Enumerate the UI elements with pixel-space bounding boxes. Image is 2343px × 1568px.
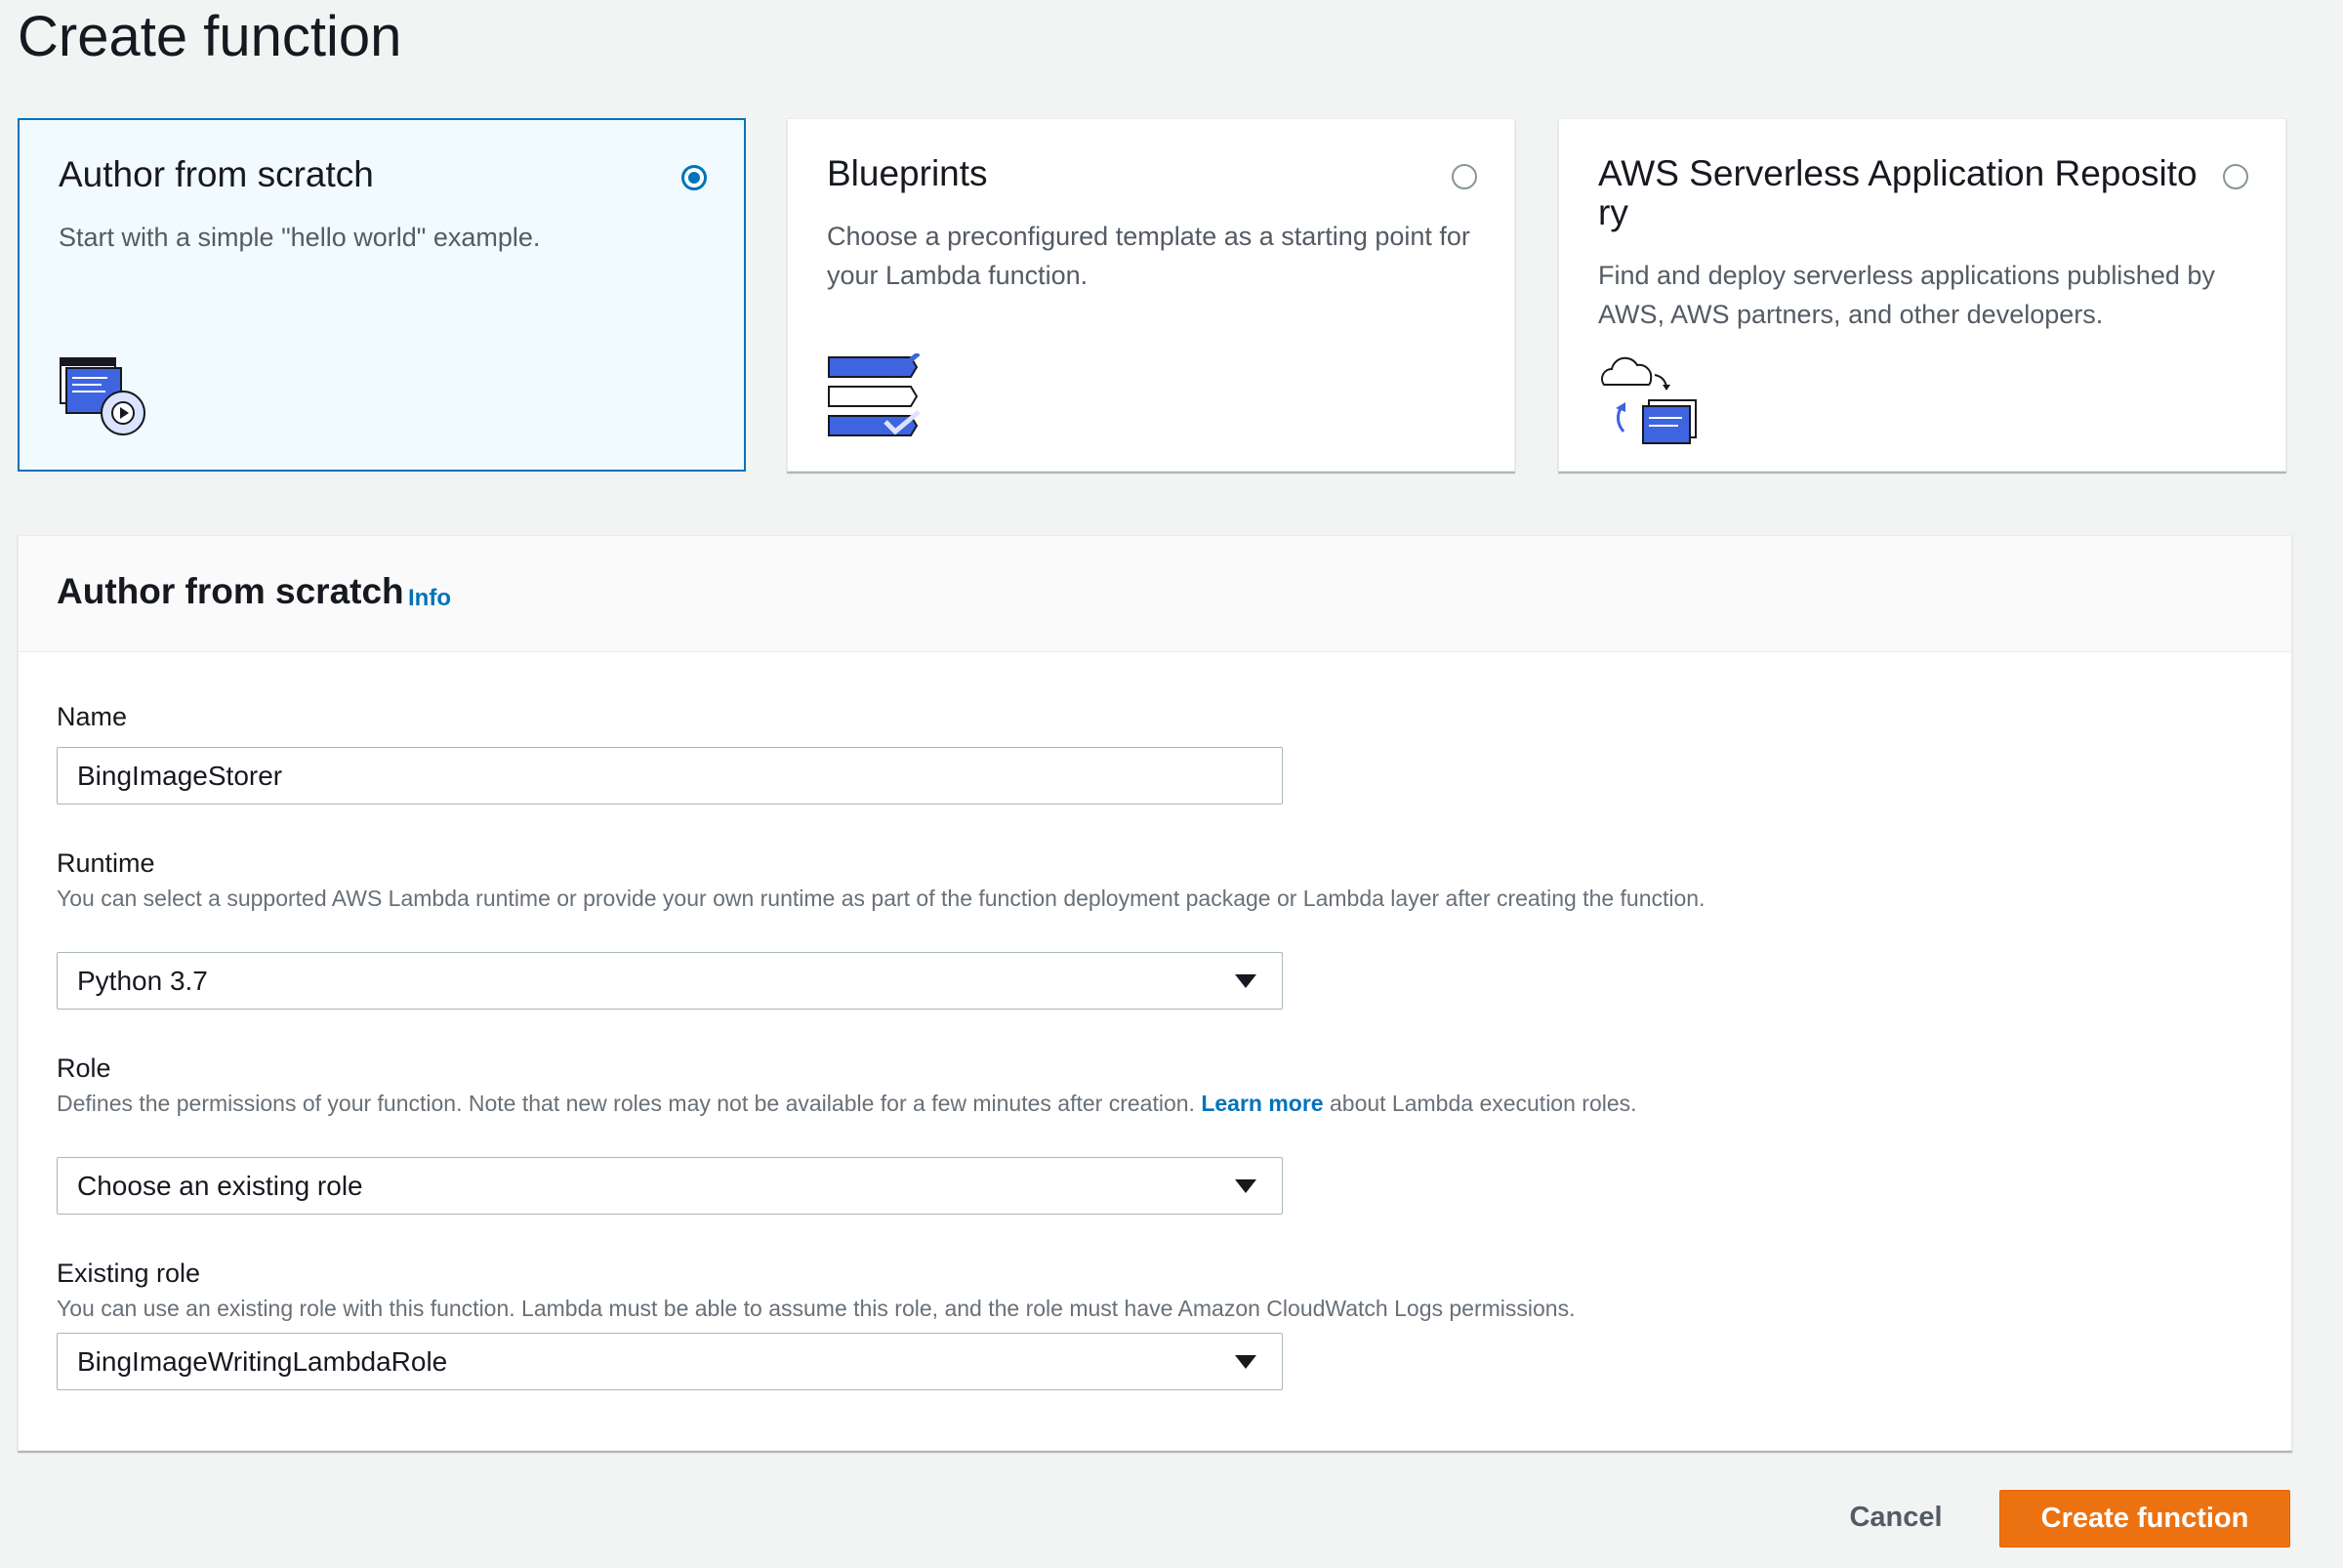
existing-role-label: Existing role [57,1259,201,1288]
create-function-button[interactable]: Create function [1999,1490,2290,1547]
role-select[interactable]: Choose an existing role [57,1157,1283,1215]
caret-down-icon [1235,1355,1256,1369]
checklist-icon [828,353,921,436]
role-select-value: Choose an existing role [77,1171,363,1201]
runtime-description: You can select a supported AWS Lambda ru… [57,886,1706,911]
caret-down-icon [1235,1179,1256,1193]
runtime-select-value: Python 3.7 [77,966,208,996]
page-title: Create function [18,5,402,68]
name-input[interactable]: BingImageStorer [57,747,1283,805]
role-description-text: Defines the permissions of your function… [57,1091,1195,1116]
existing-role-description: You can use an existing role with this f… [57,1296,1576,1321]
option-description: Choose a preconfigured template as a sta… [827,222,1470,290]
option-radio[interactable] [1452,164,1477,189]
option-title: AWS Serverless Application Reposito ry [1598,153,2198,232]
panel-title: Author from scratch [57,571,404,611]
role-description-text-after: about Lambda execution roles. [1329,1091,1637,1116]
cloud-repository-icon [1601,356,1697,444]
option-author-from-scratch[interactable]: Author from scratch Start with a simple … [18,118,746,472]
role-description: Defines the permissions of your function… [57,1089,1716,1118]
option-description: Start with a simple "hello world" exampl… [59,223,541,252]
option-description: Find and deploy serverless applications … [1598,261,2215,329]
code-gear-icon [60,357,145,435]
runtime-select[interactable]: Python 3.7 [57,952,1283,1010]
role-label: Role [57,1053,111,1083]
learn-more-link[interactable]: Learn more [1201,1091,1323,1116]
info-link[interactable]: Info [408,585,451,612]
option-blueprints[interactable]: Blueprints Choose a preconfigured templa… [787,118,1515,472]
author-from-scratch-panel: Author from scratch Info Name BingImageS… [18,535,2292,1451]
caret-down-icon [1235,974,1256,988]
option-radio[interactable] [2223,164,2248,189]
option-title: Blueprints [827,153,988,193]
panel-header: Author from scratch Info [19,536,2291,652]
option-serverless-repository[interactable]: AWS Serverless Application Reposito ry F… [1558,118,2286,472]
name-label: Name [57,702,128,731]
runtime-label: Runtime [57,848,155,878]
existing-role-select-value: BingImageWritingLambdaRole [77,1346,448,1377]
cancel-button[interactable]: Cancel [1835,1490,1956,1545]
existing-role-select[interactable]: BingImageWritingLambdaRole [57,1333,1283,1390]
option-title: Author from scratch [59,154,374,194]
option-radio[interactable] [681,165,707,190]
